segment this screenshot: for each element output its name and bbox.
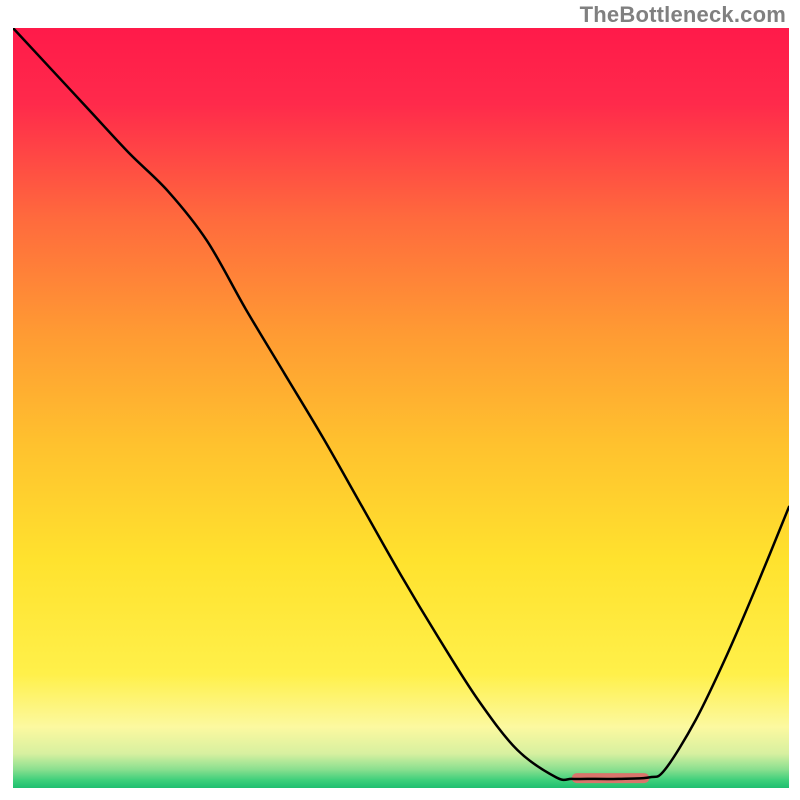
chart-area	[13, 28, 789, 788]
attribution-text: TheBottleneck.com	[580, 2, 786, 28]
chart-svg	[13, 28, 789, 788]
gradient-background	[13, 28, 789, 788]
